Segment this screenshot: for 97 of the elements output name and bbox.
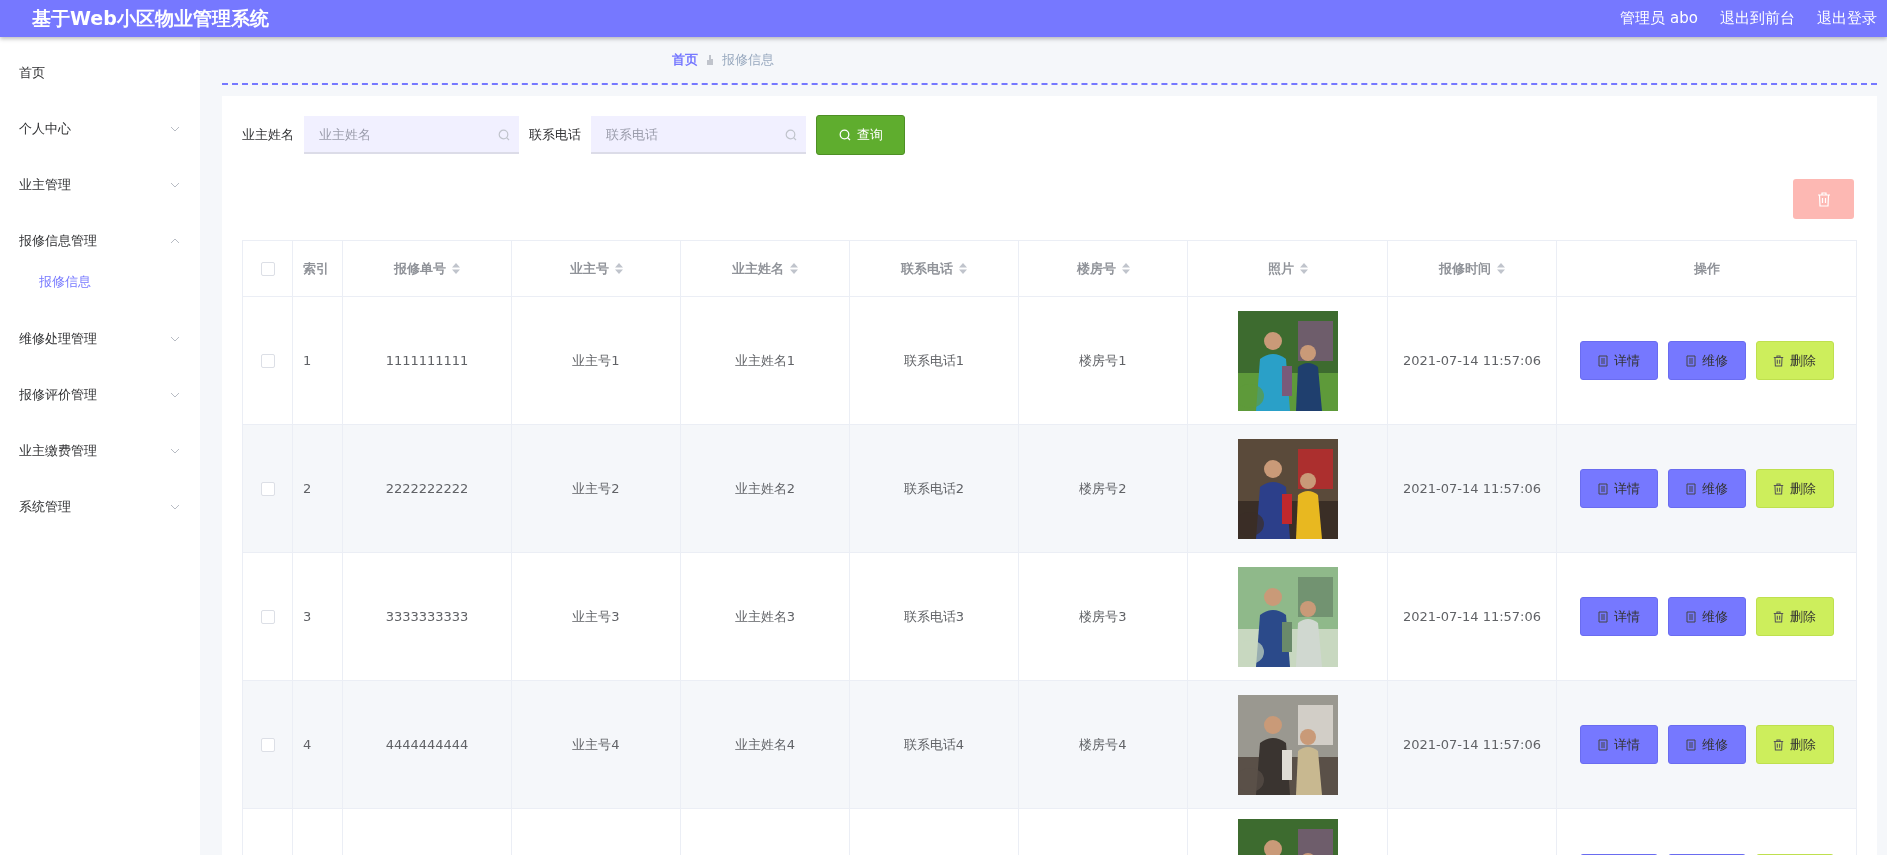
detail-button[interactable]: 详情 (1579, 597, 1658, 636)
trash-icon (1816, 191, 1831, 207)
row-index: 3 (303, 609, 312, 624)
table-cell: 联系电话3 (903, 607, 965, 626)
table-cell: 4444444444 (385, 737, 469, 752)
row-index: 1 (303, 353, 312, 368)
column-header[interactable]: 报修单号 (343, 241, 512, 296)
sort-icon[interactable] (452, 263, 460, 274)
trash-icon (1773, 354, 1784, 367)
column-header: 操作 (1692, 259, 1721, 278)
table-cell: 2021-07-14 11:57:06 (1402, 609, 1542, 624)
delete-button[interactable]: 删除 (1755, 725, 1834, 764)
detail-button[interactable]: 详情 (1579, 469, 1658, 508)
search-button[interactable]: 查询 (816, 115, 905, 155)
table-cell: 楼房号1 (1079, 351, 1127, 370)
document-icon (1597, 738, 1608, 751)
table-cell: 2021-07-14 11:57:06 (1402, 481, 1542, 496)
table-cell: 业主姓名1 (734, 351, 796, 370)
repair-button[interactable]: 维修 (1667, 725, 1746, 764)
search-field[interactable]: 联系电话 (591, 116, 806, 154)
row-index: 2 (303, 481, 312, 496)
sort-icon[interactable] (790, 263, 798, 274)
table-cell: 业主姓名4 (734, 735, 796, 754)
document-icon (1685, 610, 1696, 623)
column-header: 索引 (293, 241, 343, 296)
document-icon (1685, 738, 1696, 751)
sidebar-item[interactable]: 系统管理 (0, 479, 200, 535)
sidebar-item[interactable]: 首页 (0, 45, 200, 101)
table-cell: 业主姓名2 (734, 479, 796, 498)
table-cell: 2021-07-14 11:57:06 (1402, 737, 1542, 752)
table-cell: 业主号2 (572, 479, 620, 498)
detail-button[interactable]: 详情 (1579, 341, 1658, 380)
header-link[interactable]: 退出到前台 (1720, 9, 1795, 28)
header-link[interactable]: 退出登录 (1817, 9, 1877, 28)
search-icon (498, 129, 510, 141)
delete-button[interactable] (1793, 179, 1854, 219)
delete-button[interactable]: 删除 (1755, 469, 1834, 508)
table-cell: 业主号4 (572, 735, 620, 754)
table-cell: 2021-07-14 11:57:06 (1402, 353, 1542, 368)
column-header[interactable]: 楼房号 (1019, 241, 1188, 296)
table-cell: 楼房号3 (1079, 607, 1127, 626)
select-all-checkbox[interactable] (260, 261, 275, 276)
search-field[interactable]: 业主姓名 (304, 116, 519, 154)
hand-icon (706, 55, 714, 65)
document-icon (1685, 482, 1696, 495)
header-link[interactable]: 管理员 abo (1620, 9, 1698, 28)
trash-icon (1773, 738, 1784, 751)
sort-icon[interactable] (1299, 263, 1308, 274)
row-checkbox[interactable] (260, 481, 275, 496)
table-cell: 联系电话2 (903, 479, 965, 498)
document-icon (1597, 482, 1608, 495)
table-cell: 楼房号2 (1079, 479, 1127, 498)
table-cell: 2222222222 (385, 481, 469, 496)
row-checkbox[interactable] (260, 609, 275, 624)
sort-icon[interactable] (614, 263, 623, 274)
sort-icon[interactable] (1497, 263, 1505, 274)
field-label: 业主姓名 (242, 126, 294, 144)
sidebar-item[interactable]: 个人中心 (0, 101, 200, 157)
table-cell: 3333333333 (385, 609, 469, 624)
table-cell: 业主号1 (572, 351, 620, 370)
breadcrumb-link[interactable]: 首页 (672, 51, 698, 69)
row-checkbox[interactable] (260, 737, 275, 752)
sort-icon[interactable] (959, 263, 967, 274)
table-cell: 业主姓名3 (734, 607, 796, 626)
table-cell: 1111111111 (385, 353, 469, 368)
sort-icon[interactable] (1121, 263, 1130, 274)
document-icon (1685, 354, 1696, 367)
field-label: 联系电话 (529, 126, 581, 144)
sidebar-item[interactable]: 业主缴费管理 (0, 423, 200, 479)
row-checkbox[interactable] (260, 353, 275, 368)
breadcrumb-link[interactable]: 报修信息 (722, 51, 774, 69)
document-icon (1597, 354, 1608, 367)
document-icon (1597, 610, 1608, 623)
table-cell: 楼房号4 (1079, 735, 1127, 754)
trash-icon (1773, 610, 1784, 623)
column-header[interactable]: 报修时间 (1388, 241, 1557, 296)
delete-button[interactable]: 删除 (1755, 597, 1834, 636)
column-header[interactable]: 照片 (1188, 241, 1388, 296)
row-index: 4 (303, 737, 312, 752)
table-cell: 联系电话4 (903, 735, 965, 754)
delete-button[interactable]: 删除 (1755, 341, 1834, 380)
trash-icon (1773, 482, 1784, 495)
sidebar-item[interactable]: 维修处理管理 (0, 311, 200, 367)
table-cell: 业主号3 (572, 607, 620, 626)
sidebar-item[interactable]: 报修评价管理 (0, 367, 200, 423)
repair-button[interactable]: 维修 (1667, 341, 1746, 380)
column-header[interactable]: 业主姓名 (681, 241, 850, 296)
repair-button[interactable]: 维修 (1667, 469, 1746, 508)
column-header[interactable]: 联系电话 (850, 241, 1019, 296)
search-icon (785, 129, 797, 141)
search-icon (838, 129, 851, 141)
column-header[interactable]: 业主号 (512, 241, 681, 296)
detail-button[interactable]: 详情 (1579, 725, 1658, 764)
app-title: 基于Web小区物业管理系统 (32, 5, 269, 31)
sidebar-item[interactable]: 业主管理 (0, 157, 200, 213)
repair-button[interactable]: 维修 (1667, 597, 1746, 636)
table-cell: 联系电话1 (903, 351, 965, 370)
